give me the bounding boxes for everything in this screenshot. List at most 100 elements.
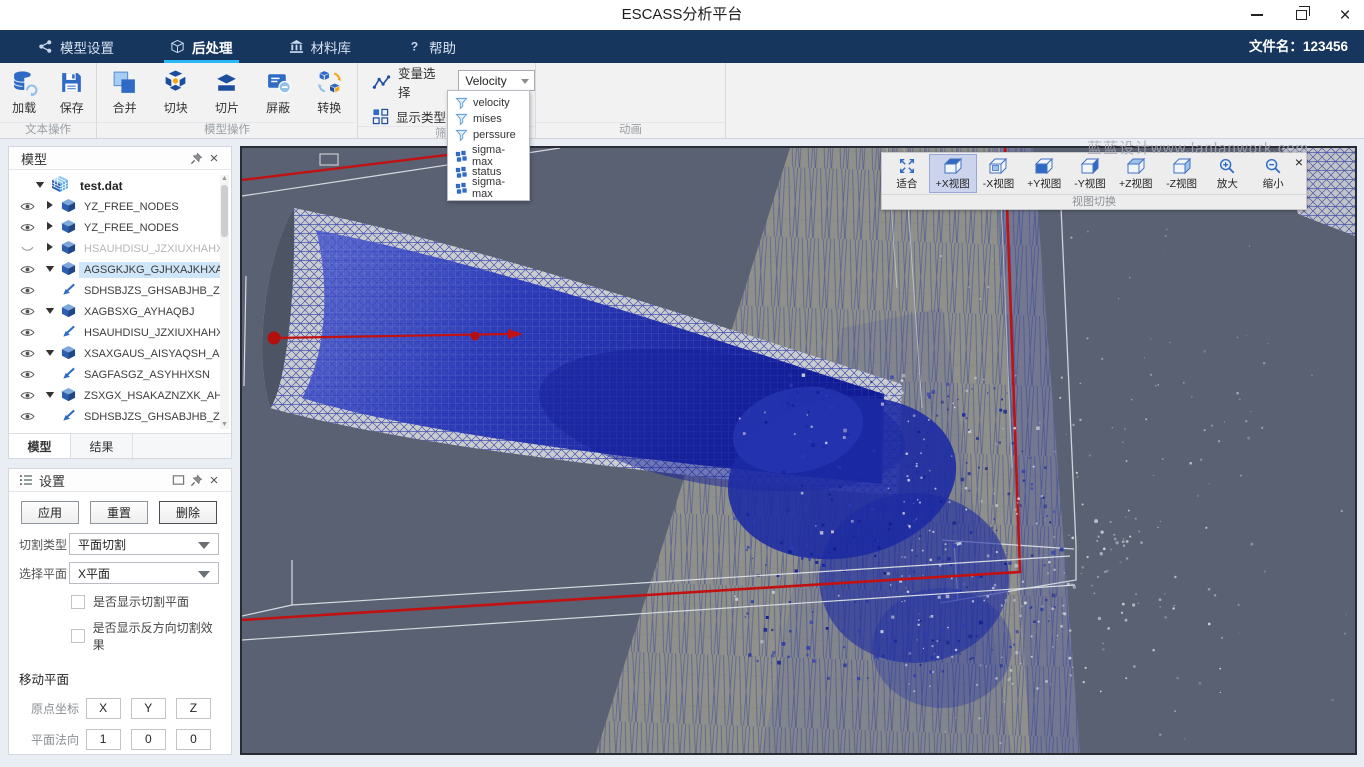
eye-open-icon[interactable] — [19, 411, 35, 422]
coordinate-input[interactable]: X — [86, 698, 121, 719]
eye-open-icon[interactable] — [19, 369, 35, 380]
tree-row[interactable]: HSAUHDISU_JZXIUXHAHX — [9, 322, 221, 343]
dropdown-item-sigma-max[interactable]: sigma-max — [448, 180, 529, 196]
variable-select[interactable]: Velocity — [458, 70, 535, 91]
menu-item-模型设置[interactable]: 模型设置 — [26, 30, 126, 63]
tree-row[interactable]: XSAXGAUS_AISYAQSH_ASHX — [9, 343, 221, 364]
coordinate-input[interactable]: Y — [131, 698, 166, 719]
dropdown-item-mises[interactable]: mises — [448, 111, 529, 127]
tree-row[interactable]: test.dat — [9, 175, 221, 196]
checkbox[interactable] — [71, 629, 85, 643]
settings-field: 选择平面X平面 — [19, 562, 221, 584]
eye-closed-icon[interactable] — [19, 243, 35, 254]
scrollbar-down-icon[interactable]: ▼ — [221, 421, 228, 429]
coordinate-input[interactable]: 0 — [131, 729, 166, 750]
menu-item-材料库[interactable]: 材料库 — [277, 30, 364, 63]
合并-button[interactable]: 合并 — [101, 69, 148, 116]
view-button-+Y视图[interactable]: +Y视图 — [1021, 155, 1067, 192]
pin-icon[interactable] — [187, 150, 205, 166]
maximize-icon[interactable] — [169, 472, 187, 488]
checkbox[interactable] — [71, 595, 85, 609]
dropdown-item-velocity[interactable]: velocity — [448, 95, 529, 111]
view-button--Y视图[interactable]: -Y视图 — [1067, 155, 1113, 192]
coordinate-input[interactable]: 1 — [86, 729, 121, 750]
pin-icon[interactable] — [187, 472, 205, 488]
caret-down-icon[interactable] — [35, 180, 45, 192]
应用-button[interactable]: 应用 — [21, 501, 79, 524]
转换-button[interactable]: 转换 — [306, 69, 353, 116]
eye-open-icon[interactable] — [19, 390, 35, 401]
viewport-3d[interactable]: 适合+X视图-X视图+Y视图-Y视图+Z视图-Z视图放大缩小 × 视图切换 蓝蓝… — [240, 146, 1357, 755]
view-button-+Z视图[interactable]: +Z视图 — [1113, 155, 1159, 192]
选择平面-select[interactable]: X平面 — [69, 562, 219, 584]
tab-结果[interactable]: 结果 — [71, 434, 133, 458]
coordinate-row-label: 平面法向 — [31, 731, 86, 748]
切片-button[interactable]: 切片 — [203, 69, 250, 116]
coordinate-input[interactable]: Z — [176, 698, 211, 719]
tree-row[interactable]: XAGBSXG_AYHAQBJ — [9, 301, 221, 322]
caret-right-icon[interactable] — [45, 221, 55, 234]
scrollbar-up-icon[interactable]: ▲ — [221, 175, 228, 183]
scrollbar-thumb[interactable] — [221, 185, 228, 237]
caret-down-icon[interactable] — [45, 306, 55, 318]
tree-row[interactable]: YZ_FREE_NODES — [9, 217, 221, 238]
viewport-3d-scene[interactable] — [242, 148, 1355, 753]
tab-模型[interactable]: 模型 — [9, 434, 71, 458]
view-button-+X视图[interactable]: +X视图 — [930, 155, 976, 192]
view-button-label: +Z视图 — [1119, 176, 1153, 191]
close-icon[interactable]: × — [205, 472, 223, 488]
tree-row[interactable]: SDHSBJZS_GHSABJHB_ZAHU — [9, 406, 221, 427]
caret-right-icon[interactable] — [45, 242, 55, 255]
屏蔽-button[interactable]: 屏蔽 — [255, 69, 302, 116]
dropdown-item-sigma-max[interactable]: sigma-max — [448, 148, 529, 164]
eye-open-icon[interactable] — [19, 264, 35, 275]
minimize-button[interactable] — [1246, 4, 1268, 26]
view-button-适合[interactable]: 适合 — [884, 155, 930, 192]
dropdown-item-perssure[interactable]: perssure — [448, 127, 529, 143]
caret-right-icon[interactable] — [45, 200, 55, 213]
删除-button[interactable]: 删除 — [159, 501, 217, 524]
view-button--Z视图[interactable]: -Z视图 — [1159, 155, 1205, 192]
caret-down-icon[interactable] — [45, 264, 55, 276]
restore-button[interactable] — [1290, 4, 1312, 26]
tree-row[interactable]: HSAUHDISU_JZXIUXHAHX — [9, 238, 221, 259]
重置-button[interactable]: 重置 — [90, 501, 148, 524]
menu-item-后处理[interactable]: 后处理 — [158, 30, 245, 63]
tree-row[interactable]: SDHSBJZS_GHSABJHB_ZAHU — [9, 280, 221, 301]
cube-icon — [61, 303, 77, 321]
加载-button[interactable]: 加载 — [1, 69, 48, 116]
menu-item-帮助[interactable]: ?帮助 — [395, 30, 468, 63]
caret-down-icon[interactable] — [45, 348, 55, 360]
eye-open-icon[interactable] — [19, 327, 35, 338]
minimize-icon — [1251, 14, 1263, 16]
select-value: 平面切割 — [78, 536, 126, 553]
close-button[interactable]: × — [1334, 4, 1356, 26]
eye-open-icon[interactable] — [19, 201, 35, 212]
eye-open-icon[interactable] — [19, 306, 35, 317]
cut-block-icon — [162, 69, 189, 96]
tree-scrollbar[interactable]: ▲ ▼ — [220, 175, 229, 429]
close-icon[interactable]: × — [205, 150, 223, 166]
checkbox-label: 是否显示切割平面 — [93, 593, 189, 610]
caret-down-icon[interactable] — [45, 390, 55, 402]
ribbon-group-body: 合并切块切片屏蔽转换 — [97, 63, 357, 122]
squares-icon — [455, 166, 467, 178]
切割类型-select[interactable]: 平面切割 — [69, 533, 219, 555]
变量选择-button[interactable]: 变量选择 — [372, 63, 446, 101]
eye-open-icon[interactable] — [19, 348, 35, 359]
eye-open-icon[interactable] — [19, 285, 35, 296]
tree-row[interactable]: YZ_FREE_NODES — [9, 196, 221, 217]
tree-row[interactable]: AGSGKJKG_GJHXAJKHXA — [9, 259, 221, 280]
eye-open-icon[interactable] — [19, 222, 35, 233]
view-button-缩小[interactable]: 缩小 — [1250, 155, 1296, 192]
list-icon — [17, 472, 35, 488]
view-button--X视图[interactable]: -X视图 — [976, 155, 1022, 192]
cube--Y视图-icon — [1079, 157, 1101, 175]
保存-button[interactable]: 保存 — [48, 69, 95, 116]
切块-button[interactable]: 切块 — [152, 69, 199, 116]
coordinate-input[interactable]: 0 — [176, 729, 211, 750]
view-button-放大[interactable]: 放大 — [1204, 155, 1250, 192]
tree-row[interactable]: SAGFASGZ_ASYHHXSN — [9, 364, 221, 385]
显示类型-button[interactable]: 显示类型 — [372, 107, 446, 126]
tree-row[interactable]: ZSXGX_HSAKAZNZXK_AHASX — [9, 385, 221, 406]
